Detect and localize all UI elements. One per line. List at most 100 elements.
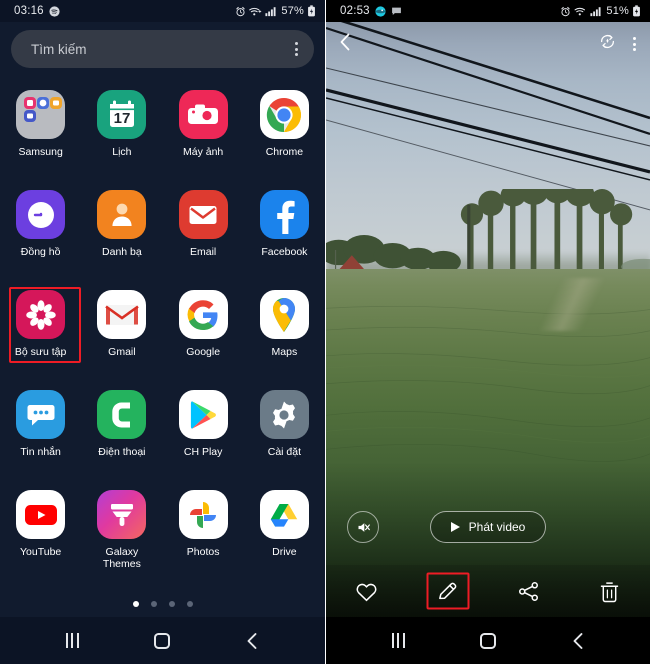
video-controls: Phát video bbox=[326, 509, 650, 545]
chrome-icon bbox=[259, 90, 309, 139]
app-item-maps[interactable]: Maps bbox=[244, 282, 325, 375]
maps-icon bbox=[259, 290, 309, 339]
recents-icon[interactable] bbox=[391, 633, 405, 648]
battery-charging-icon bbox=[632, 5, 641, 17]
back-chevron-icon[interactable] bbox=[245, 632, 259, 650]
alarm-icon bbox=[560, 6, 571, 17]
home-icon[interactable] bbox=[479, 632, 496, 649]
kebab-menu-icon[interactable] bbox=[295, 42, 298, 56]
app-label: Chrome bbox=[265, 146, 304, 158]
play-video-label: Phát video bbox=[468, 520, 526, 534]
photo-viewer: Phát video bbox=[326, 22, 650, 617]
mute-speaker-icon[interactable] bbox=[347, 511, 379, 543]
favorite-button[interactable] bbox=[326, 565, 407, 617]
app-item-dien-thoai[interactable]: Điện thoại bbox=[81, 382, 162, 475]
messages-icon bbox=[16, 390, 66, 439]
page-dot[interactable] bbox=[186, 601, 193, 607]
calendar-icon: 17 bbox=[97, 90, 147, 139]
app-item-galaxy-themes[interactable]: Galaxy Themes bbox=[81, 482, 162, 575]
app-item-photos[interactable]: Photos bbox=[163, 482, 244, 575]
trash-icon bbox=[600, 581, 619, 602]
spotify-icon bbox=[49, 5, 60, 17]
play-triangle-icon bbox=[450, 522, 460, 532]
home-icon[interactable] bbox=[153, 632, 170, 649]
samsung-folder-icon bbox=[16, 90, 66, 139]
app-item-bo-suu-tap[interactable]: Bộ sưu tập bbox=[0, 282, 81, 375]
app-item-youtube[interactable]: YouTube bbox=[0, 482, 81, 575]
signal-icon bbox=[265, 6, 277, 17]
app-item-tin-nhan[interactable]: Tin nhắn bbox=[0, 382, 81, 475]
email-icon bbox=[178, 190, 228, 239]
app-item-google[interactable]: Google bbox=[163, 282, 244, 375]
edit-button[interactable] bbox=[407, 565, 488, 617]
photo-action-bar bbox=[326, 565, 650, 617]
app-label: Email bbox=[189, 246, 217, 258]
nav-bar-left bbox=[0, 617, 325, 664]
left-phone-screen: 03:16 57% Tìm kiếm Samsung 17 Lịch Máy ả… bbox=[0, 0, 325, 664]
camera-icon bbox=[178, 90, 228, 139]
app-item-ch-play[interactable]: CH Play bbox=[163, 382, 244, 475]
phone-icon bbox=[97, 390, 147, 439]
page-dot[interactable] bbox=[168, 601, 175, 607]
app-label: Facebook bbox=[261, 246, 308, 258]
field-path bbox=[530, 277, 615, 332]
app-grid: Samsung 17 Lịch Máy ảnh Chrome Đồng hồ D… bbox=[0, 82, 325, 575]
app-label: Điện thoại bbox=[98, 446, 146, 458]
app-label: YouTube bbox=[19, 546, 62, 558]
app-item-lich[interactable]: 17 Lịch bbox=[81, 82, 162, 175]
page-dot[interactable] bbox=[132, 601, 139, 607]
youtube-icon bbox=[16, 490, 66, 539]
pencil-edit-icon bbox=[439, 582, 457, 599]
app-item-drive[interactable]: Drive bbox=[244, 482, 325, 575]
app-item-danh-ba[interactable]: Danh bạ bbox=[81, 182, 162, 275]
signal-icon bbox=[590, 6, 602, 17]
app-label: Galaxy Themes bbox=[102, 546, 141, 570]
heart-icon bbox=[356, 583, 377, 601]
app-item-email[interactable]: Email bbox=[163, 182, 244, 275]
right-phone-screen: 02:53 51% Phát video bbox=[325, 0, 650, 664]
app-item-dong-ho[interactable]: Đồng hồ bbox=[0, 182, 81, 275]
recents-icon[interactable] bbox=[65, 633, 79, 648]
wifi-icon bbox=[574, 6, 587, 17]
google-photos-icon bbox=[178, 490, 228, 539]
app-item-cai-dat[interactable]: Cài đặt bbox=[244, 382, 325, 475]
delete-button[interactable] bbox=[569, 565, 650, 617]
app-label: Bộ sưu tập bbox=[14, 346, 67, 358]
app-label: Samsung bbox=[18, 146, 63, 158]
google-icon bbox=[178, 290, 228, 339]
app-item-gmail[interactable]: Gmail bbox=[81, 282, 162, 375]
app-label: Lịch bbox=[112, 146, 132, 158]
kebab-menu-icon[interactable] bbox=[633, 37, 636, 51]
google-drive-icon bbox=[259, 490, 309, 539]
play-video-button[interactable]: Phát video bbox=[429, 511, 547, 543]
app-item-samsung[interactable]: Samsung bbox=[0, 82, 81, 175]
settings-gear-icon bbox=[259, 390, 309, 439]
app-label: Drive bbox=[272, 546, 297, 558]
app-label: CH Play bbox=[183, 446, 223, 458]
share-button[interactable] bbox=[488, 565, 569, 617]
app-icon bbox=[375, 5, 386, 17]
battery-percent: 51% bbox=[606, 5, 629, 17]
search-input-placeholder[interactable]: Tìm kiếm bbox=[31, 42, 87, 57]
search-bar[interactable]: Tìm kiếm bbox=[11, 30, 314, 68]
app-label: Photos bbox=[186, 546, 220, 558]
back-chevron-icon[interactable] bbox=[571, 632, 585, 650]
nav-bar-right bbox=[326, 617, 650, 664]
status-time: 03:16 bbox=[14, 5, 44, 17]
app-label: Google bbox=[186, 346, 221, 358]
app-item-may-anh[interactable]: Máy ảnh bbox=[163, 82, 244, 175]
app-item-chrome[interactable]: Chrome bbox=[244, 82, 325, 175]
gallery-icon bbox=[16, 290, 66, 339]
galaxy-themes-icon bbox=[97, 490, 147, 539]
page-dot[interactable] bbox=[150, 601, 157, 607]
alarm-icon bbox=[235, 6, 246, 17]
app-label: Maps bbox=[271, 346, 298, 358]
back-chevron-icon[interactable] bbox=[337, 32, 353, 57]
app-item-facebook[interactable]: Facebook bbox=[244, 182, 325, 275]
viewer-top-bar bbox=[326, 22, 650, 66]
auto-enhance-icon[interactable] bbox=[598, 32, 617, 56]
status-bar-left: 03:16 57% bbox=[0, 0, 325, 22]
app-label: Đồng hồ bbox=[20, 246, 61, 258]
status-time: 02:53 bbox=[340, 5, 370, 17]
clock-icon bbox=[16, 190, 66, 239]
